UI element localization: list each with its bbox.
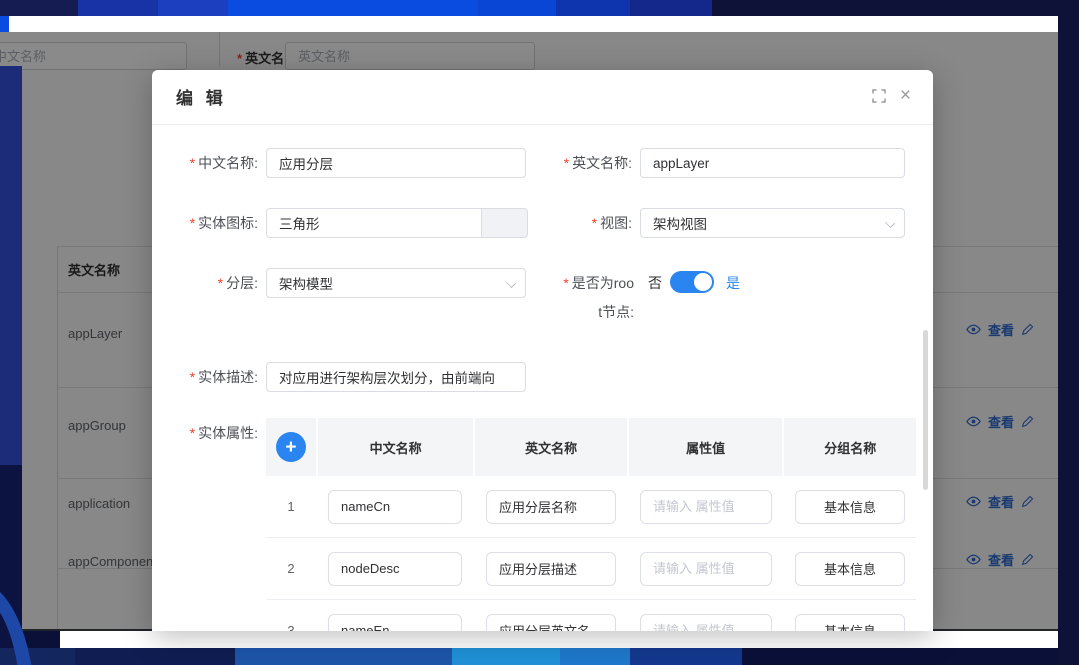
bottom-white-strip <box>60 631 1058 648</box>
is-root-label-line2: t节点: <box>550 302 634 322</box>
name-cn-input[interactable] <box>266 148 526 178</box>
attr-group-input[interactable] <box>795 552 905 586</box>
attr-name-cn-input[interactable] <box>328 490 462 524</box>
attr-name-cn-input[interactable] <box>328 614 462 632</box>
left-edge-decor <box>0 66 22 465</box>
attr-name-cn-input[interactable] <box>328 552 462 586</box>
view-select[interactable]: 架构视图 <box>640 208 905 238</box>
chevron-down-icon <box>507 279 515 287</box>
is-root-label: *是否为roo <box>550 273 634 293</box>
col-header-name-en: 英文名称 <box>475 418 627 476</box>
screen: *英文名 英文名称 appLayer appGroup application … <box>0 0 1079 665</box>
entity-icon-addon-button[interactable] <box>482 208 528 238</box>
attr-value-input[interactable] <box>640 614 772 632</box>
dialog-title: 编 辑 <box>176 84 227 109</box>
entity-desc-label: *实体描述: <box>152 367 258 387</box>
attr-table: + 中文名称 英文名称 属性值 分组名称 1 2 <box>266 418 916 631</box>
col-header-name-cn: 中文名称 <box>318 418 474 476</box>
view-label: *视图: <box>526 213 632 233</box>
bottom-decor-bar <box>0 648 1079 665</box>
name-cn-label: *中文名称: <box>152 153 258 173</box>
attr-row: 2 <box>266 538 916 600</box>
entity-icon-input[interactable] <box>266 208 482 238</box>
entity-icon-label: *实体图标: <box>152 213 258 233</box>
close-icon[interactable]: × <box>900 88 911 104</box>
attr-group-input[interactable] <box>795 614 905 632</box>
layer-label: *分层: <box>152 273 258 293</box>
toggle-knob <box>694 273 712 291</box>
blue-chip-decor <box>0 16 9 32</box>
top-decor-bar <box>0 0 1079 16</box>
entity-attrs-label: *实体属性: <box>152 423 258 443</box>
row-index: 1 <box>266 499 316 514</box>
layer-select[interactable]: 架构模型 <box>266 268 526 298</box>
divider <box>152 124 933 125</box>
attr-value-input[interactable] <box>640 490 772 524</box>
fullscreen-icon[interactable] <box>872 89 886 103</box>
right-edge-decor <box>1058 16 1079 665</box>
entity-desc-input[interactable] <box>266 362 526 392</box>
attr-group-input[interactable] <box>795 490 905 524</box>
modal-scrollbar[interactable] <box>923 330 928 490</box>
name-en-label: *英文名称: <box>526 153 632 173</box>
col-header-value: 属性值 <box>629 418 783 476</box>
top-white-strip <box>0 16 1058 32</box>
attr-value-input[interactable] <box>640 552 772 586</box>
attr-name-en-input[interactable] <box>486 552 616 586</box>
attr-table-header: + 中文名称 英文名称 属性值 分组名称 <box>266 418 916 476</box>
edit-dialog: 编 辑 × *中文名称: *英文名称: *实体图标: *视图: 架构视图 <box>152 70 933 631</box>
is-root-toggle[interactable] <box>670 271 714 293</box>
row-index: 2 <box>266 561 316 576</box>
col-header-group: 分组名称 <box>784 418 916 476</box>
toggle-off-label: 否 <box>648 273 662 293</box>
add-attribute-button[interactable]: + <box>276 432 306 462</box>
name-en-input[interactable] <box>640 148 905 178</box>
attr-row: 1 <box>266 476 916 538</box>
chevron-down-icon <box>886 219 894 227</box>
attr-row: 3 <box>266 600 916 631</box>
row-index: 3 <box>266 623 316 631</box>
toggle-on-label: 是 <box>726 273 740 293</box>
attr-name-en-input[interactable] <box>486 490 616 524</box>
attr-name-en-input[interactable] <box>486 614 616 632</box>
